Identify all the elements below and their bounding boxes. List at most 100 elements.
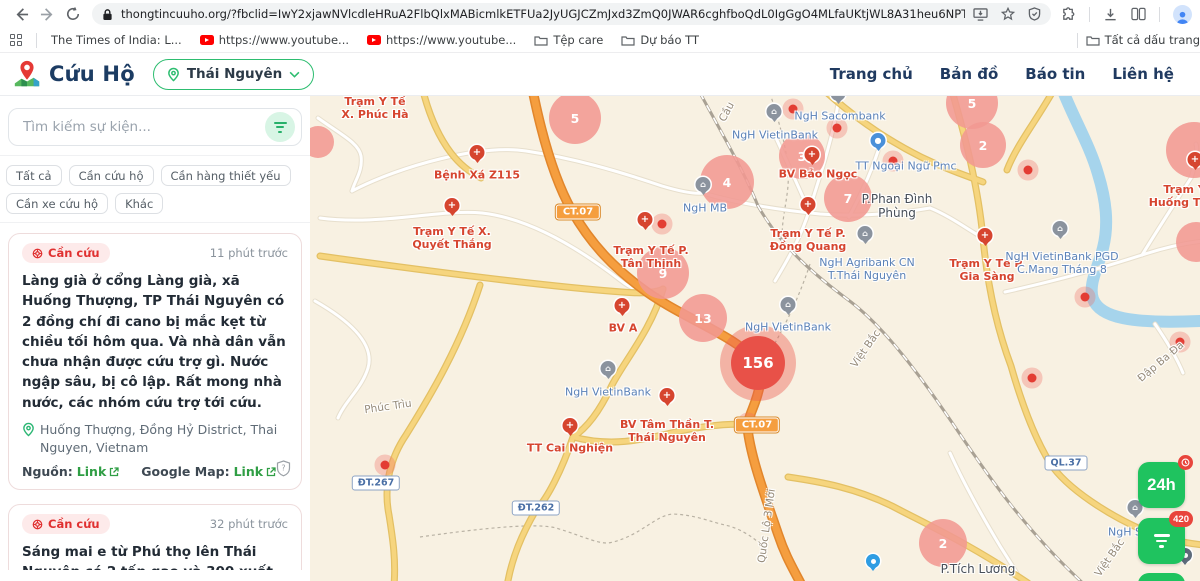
water-level-pin[interactable] xyxy=(866,554,880,568)
hospital-pin[interactable]: + xyxy=(445,198,460,213)
hospital-label: Trạm Y Tế P.Đồng Quang xyxy=(770,228,847,254)
shield-check-icon[interactable] xyxy=(1028,7,1041,21)
filter-chip[interactable]: Cần cứu hộ xyxy=(69,165,154,186)
bookmark-star-icon[interactable] xyxy=(1001,7,1015,21)
nav-link[interactable]: Bản đồ xyxy=(940,65,999,83)
hospital-label: BV Tâm Thần T.Thái Nguyên xyxy=(620,419,714,445)
bookmark-item[interactable]: https://www.youtube... xyxy=(200,33,349,47)
map-cluster[interactable] xyxy=(1176,222,1200,262)
map-cluster[interactable]: 2 xyxy=(919,519,967,567)
event-dot-marker[interactable] xyxy=(1024,166,1033,175)
bank-label: NgH MB xyxy=(683,203,727,216)
filter-chip[interactable]: Khác xyxy=(115,193,163,214)
bookmark-item[interactable]: Dự báo TT xyxy=(621,33,699,47)
event-card[interactable]: Cần cứu 32 phút trước Sáng mai e từ Phú … xyxy=(8,504,302,570)
event-text: Làng già ở cổng Làng già, xã Huống Thượn… xyxy=(22,271,288,413)
filter-chips: Tất cả Cần cứu hộ Cần hàng thiết yếu Cần xe… xyxy=(0,156,310,214)
profile-avatar[interactable] xyxy=(1173,5,1192,24)
reload-button[interactable] xyxy=(60,3,86,25)
location-pin-icon xyxy=(22,422,35,437)
bank-label: NgH VietinBank xyxy=(565,387,651,400)
tab-groups-icon[interactable] xyxy=(10,34,22,46)
event-dot-marker[interactable] xyxy=(381,461,390,470)
extensions-icon[interactable] xyxy=(1061,7,1076,22)
province-value: Thái Nguyên xyxy=(187,66,282,82)
sos-icon xyxy=(32,519,43,530)
hospital-pin[interactable]: + xyxy=(660,388,675,403)
bank-pin[interactable]: ⌂ xyxy=(767,104,782,119)
bank-pin[interactable]: ⌂ xyxy=(696,177,711,192)
search-filter-button[interactable] xyxy=(265,112,295,142)
filter-count-badge: 420 xyxy=(1169,511,1193,527)
svg-text:?: ? xyxy=(281,464,285,473)
bank-pin[interactable]: ⌂ xyxy=(601,361,616,376)
province-selector[interactable]: Thái Nguyên xyxy=(153,59,314,90)
save-page-icon[interactable] xyxy=(973,8,988,21)
event-dot-marker[interactable] xyxy=(658,220,667,229)
all-bookmarks-button[interactable]: Tất cả dấu trang xyxy=(1086,33,1200,47)
bank-pin[interactable]: ⌂ xyxy=(781,297,796,312)
downloads-icon[interactable] xyxy=(1103,7,1118,22)
forward-button[interactable] xyxy=(34,3,60,25)
fab-filter-button[interactable]: 420 xyxy=(1138,518,1185,564)
bank-pin[interactable]: ⌂ xyxy=(831,96,846,101)
map-cluster[interactable]: 2 xyxy=(960,122,1006,168)
search-input[interactable] xyxy=(8,108,302,146)
external-link-icon xyxy=(109,467,119,477)
bookmark-item[interactable]: The Times of India: L... xyxy=(51,33,182,47)
google-map-link[interactable]: Link xyxy=(234,464,276,479)
browser-window: thongtincuuho.org/?fbclid=IwY2xjawNVlcdl… xyxy=(0,0,1200,581)
hospital-pin[interactable]: + xyxy=(978,228,993,243)
bank-label: NgH VietinBank xyxy=(732,130,818,143)
hospital-pin[interactable]: + xyxy=(470,145,485,160)
map-canvas[interactable]: 5347913522156+Bệnh Xá Z115+Trạm Y Tế X.Q… xyxy=(310,96,1200,581)
event-dot-marker[interactable] xyxy=(1081,293,1090,302)
nav-link[interactable]: Liên hệ xyxy=(1112,65,1174,83)
map-cluster[interactable] xyxy=(310,126,334,158)
nav-link[interactable]: Trang chủ xyxy=(830,65,913,83)
folder-icon xyxy=(534,35,548,46)
youtube-icon xyxy=(200,35,214,45)
filter-chip[interactable]: Cần xe cứu hộ xyxy=(6,193,108,214)
url-text: thongtincuuho.org/?fbclid=IwY2xjawNVlcdl… xyxy=(121,7,965,21)
bank-label: NgH Sacombank xyxy=(794,111,885,124)
bank-label: NgH VietinBank xyxy=(745,322,831,335)
nav-link[interactable]: Báo tin xyxy=(1025,65,1085,83)
hospital-pin[interactable]: + xyxy=(805,147,820,162)
hospital-pin[interactable]: + xyxy=(638,212,653,227)
shield-question-icon[interactable]: ? xyxy=(276,460,291,481)
map-cluster[interactable]: 13 xyxy=(679,294,727,342)
fab-hidden-button[interactable] xyxy=(1138,573,1185,581)
bookmark-item[interactable]: https://www.youtube... xyxy=(367,33,516,47)
filter-chip[interactable]: Tất cả xyxy=(6,165,62,186)
hospital-pin[interactable]: + xyxy=(563,418,578,433)
divider xyxy=(1159,7,1160,22)
url-bar[interactable]: thongtincuuho.org/?fbclid=IwY2xjawNVlcdl… xyxy=(92,3,1051,25)
split-view-icon[interactable] xyxy=(1131,7,1146,21)
road-badge: ĐT.267 xyxy=(352,476,400,491)
filter-icon xyxy=(1154,534,1170,548)
back-button[interactable] xyxy=(8,3,34,25)
hospital-pin[interactable]: + xyxy=(615,298,630,313)
event-card-list: Cần cứu 11 phút trước Làng già ở cổng Là… xyxy=(0,222,310,570)
hospital-label: BV Bảo Ngọc xyxy=(779,169,858,182)
map-cluster[interactable]: 5 xyxy=(549,96,601,144)
school-pin[interactable]: ● xyxy=(871,133,886,148)
event-dot-marker[interactable] xyxy=(1028,374,1037,383)
hospital-pin[interactable]: + xyxy=(1188,152,1200,167)
event-card[interactable]: Cần cứu 11 phút trước Làng già ở cổng Là… xyxy=(8,233,302,490)
sos-icon xyxy=(32,248,43,259)
event-dot-marker[interactable] xyxy=(833,124,842,133)
filter-chip[interactable]: Cần hàng thiết yếu xyxy=(161,165,291,186)
hospital-label: Trạm Y Tế X.Quyết Thắng xyxy=(412,226,491,252)
bookmark-item[interactable]: Tệp care xyxy=(534,33,603,47)
map-cluster-large[interactable]: 156 xyxy=(731,336,785,390)
fab-24h-button[interactable]: 24h xyxy=(1138,462,1185,508)
street-label: Phúc Trìu xyxy=(364,398,413,417)
source-link[interactable]: Link xyxy=(77,464,119,479)
bank-pin[interactable]: ⌂ xyxy=(1053,221,1068,236)
bank-pin[interactable]: ⌂ xyxy=(858,226,873,241)
divider xyxy=(36,33,37,48)
hospital-pin[interactable]: + xyxy=(801,197,816,212)
brand-title: Cứu Hộ xyxy=(49,62,135,86)
